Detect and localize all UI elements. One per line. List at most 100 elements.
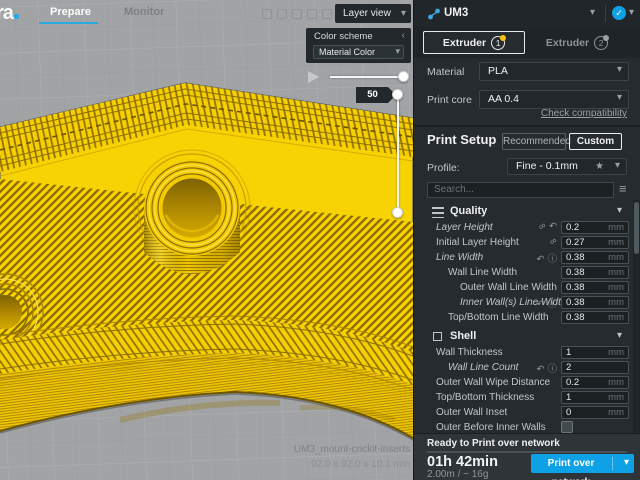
connected-check-icon[interactable]	[612, 6, 626, 20]
scrollbar-thumb[interactable]	[634, 202, 639, 254]
value-input[interactable]: 0 mm	[561, 406, 629, 419]
value-input[interactable]: 0.38 mm	[561, 266, 629, 279]
color-scheme-panel: Color scheme ‹ Material Color	[306, 28, 411, 63]
material-color-dot	[603, 35, 609, 41]
setting-row-outer-wall-inset[interactable]: Outer Wall Inset 0 mm	[414, 405, 633, 420]
layer-slider-track[interactable]	[397, 95, 399, 213]
checkbox[interactable]	[561, 421, 573, 433]
setting-row-top-bottom-line-width[interactable]: Top/Bottom Line Width 0.38 mm	[414, 310, 633, 325]
chevron-down-icon	[617, 64, 622, 75]
print-core-label: Print core	[427, 94, 472, 106]
material-dropdown[interactable]: PLA	[479, 62, 629, 81]
toolbar-icon-1[interactable]	[262, 9, 272, 19]
printer-header[interactable]: UM3	[414, 0, 640, 27]
revert-icon[interactable]	[549, 221, 557, 232]
value-input[interactable]: 0.38 mm	[561, 296, 629, 309]
print-over-network-button[interactable]: Print over network	[531, 454, 634, 473]
tab-prepare[interactable]: Prepare	[50, 6, 91, 18]
setting-row-wall-line-count[interactable]: Wall Line Count 2	[414, 360, 633, 375]
view-mode-dropdown[interactable]: Layer view	[335, 4, 411, 23]
setting-row-inner-wall-s-line-width[interactable]: Inner Wall(s) Line Width 0.38 mm	[414, 295, 633, 310]
cura-logo: ra	[0, 2, 19, 25]
settings-menu-icon[interactable]	[619, 181, 627, 196]
check-compatibility-link[interactable]: Check compatibility	[541, 108, 627, 119]
value-input[interactable]: 0.38 mm	[561, 311, 629, 324]
profile-label: Profile:	[427, 162, 460, 174]
print-core-dropdown[interactable]: AA 0.4	[479, 90, 629, 109]
settings-list: Quality Layer Height 0.2 mmInitial Layer…	[414, 200, 633, 433]
mode-button-recommended[interactable]: Recommended	[502, 133, 566, 150]
path-slider-track[interactable]	[330, 76, 404, 78]
value-input[interactable]: 1 mm	[561, 346, 629, 359]
value-input[interactable]: 0.27 mm	[561, 236, 629, 249]
setting-row-wall-thickness[interactable]: Wall Thickness 1 mm	[414, 345, 633, 360]
color-scheme-dropdown[interactable]: Material Color	[313, 45, 404, 59]
setting-row-outer-before-inner-walls[interactable]: Outer Before Inner Walls	[414, 420, 633, 433]
section-header-shell[interactable]: Shell	[414, 328, 633, 345]
value-input[interactable]: 1 mm	[561, 391, 629, 404]
extruder-tabs: Extruder 1 Extruder 2	[414, 27, 640, 58]
chevron-down-icon	[617, 330, 622, 341]
chevron-down-icon[interactable]	[629, 7, 634, 18]
tab-monitor[interactable]: Monitor	[124, 6, 164, 18]
setting-row-outer-wall-line-width[interactable]: Outer Wall Line Width 0.38 mm	[414, 280, 633, 295]
model-filename: UM3_mount-crickit-inserts	[0, 444, 410, 455]
viewport-3d[interactable]: ra Prepare Monitor Layer view Color sche…	[0, 0, 413, 480]
color-scheme-label: Color scheme	[314, 31, 373, 42]
layer-slider-bottom-handle[interactable]	[392, 207, 403, 218]
setting-row-initial-layer-height[interactable]: Initial Layer Height 0.27 mm	[414, 235, 633, 250]
chevron-down-icon[interactable]	[624, 457, 629, 468]
info-icon[interactable]	[547, 251, 557, 265]
revert-icon[interactable]	[537, 364, 545, 375]
print-setup-title: Print Setup	[427, 132, 496, 147]
material-usage: 2.00m / ~ 16g	[427, 469, 488, 480]
mode-button-custom[interactable]: Custom	[569, 133, 622, 150]
toolbar-icon-3[interactable]	[292, 9, 302, 19]
sliced-model-render	[0, 0, 413, 480]
value-input[interactable]: 0.2 mm	[561, 221, 629, 234]
divider	[414, 125, 640, 127]
network-printer-icon	[427, 7, 441, 21]
material-color-dot	[500, 35, 506, 41]
section-header-quality[interactable]: Quality	[414, 203, 633, 220]
setting-row-wall-line-width[interactable]: Wall Line Width 0.38 mm	[414, 265, 633, 280]
toolbar-icon-4[interactable]	[307, 9, 317, 19]
print-time: 01h 42min	[427, 454, 498, 470]
setting-row-top-bottom-thickness[interactable]: Top/Bottom Thickness 1 mm	[414, 390, 633, 405]
chevron-down-icon	[617, 92, 622, 103]
profile-dropdown[interactable]: Fine - 0.1mm	[507, 158, 627, 175]
play-icon[interactable]	[308, 71, 319, 83]
divider	[427, 451, 627, 453]
toolbar-icon-5[interactable]	[322, 9, 332, 19]
chevron-down-icon	[395, 45, 400, 57]
layer-slider-top-handle[interactable]	[392, 89, 403, 100]
setting-row-line-width[interactable]: Line Width 0.38 mm	[414, 250, 633, 265]
status-text: Ready to Print over network	[427, 438, 560, 449]
cura-window: ra Prepare Monitor Layer view Color sche…	[0, 0, 640, 480]
value-input[interactable]: 0.2 mm	[561, 376, 629, 389]
model-dimensions: 92.0 x 92.0 x 10.1 mm	[0, 459, 410, 470]
link-icon[interactable]	[537, 220, 549, 233]
star-icon[interactable]	[595, 161, 604, 172]
active-tab-underline	[39, 22, 98, 24]
value-input[interactable]: 0.38 mm	[561, 281, 629, 294]
chevron-down-icon	[615, 160, 620, 171]
search-input[interactable]: Search...	[427, 182, 614, 198]
info-icon[interactable]	[547, 361, 557, 375]
revert-icon[interactable]	[537, 299, 545, 310]
extruder-tab-2[interactable]: Extruder 2	[526, 31, 628, 54]
info-icon[interactable]	[547, 296, 557, 310]
setting-row-outer-wall-wipe-distance[interactable]: Outer Wall Wipe Distance 0.2 mm	[414, 375, 633, 390]
setting-row-layer-height[interactable]: Layer Height 0.2 mm	[414, 220, 633, 235]
extruder-tab-1[interactable]: Extruder 1	[423, 31, 525, 54]
value-input[interactable]: 0.38 mm	[561, 251, 629, 264]
link-icon[interactable]	[548, 235, 560, 248]
chevron-down-icon[interactable]	[590, 7, 595, 18]
value-input[interactable]: 2	[561, 361, 629, 374]
path-slider-handle[interactable]	[398, 71, 409, 82]
revert-icon[interactable]	[537, 254, 545, 265]
collapse-left-icon[interactable]: ‹	[402, 30, 405, 41]
printer-name: UM3	[444, 7, 468, 19]
toolbar-icon-2[interactable]	[277, 9, 287, 19]
divider	[605, 5, 606, 22]
